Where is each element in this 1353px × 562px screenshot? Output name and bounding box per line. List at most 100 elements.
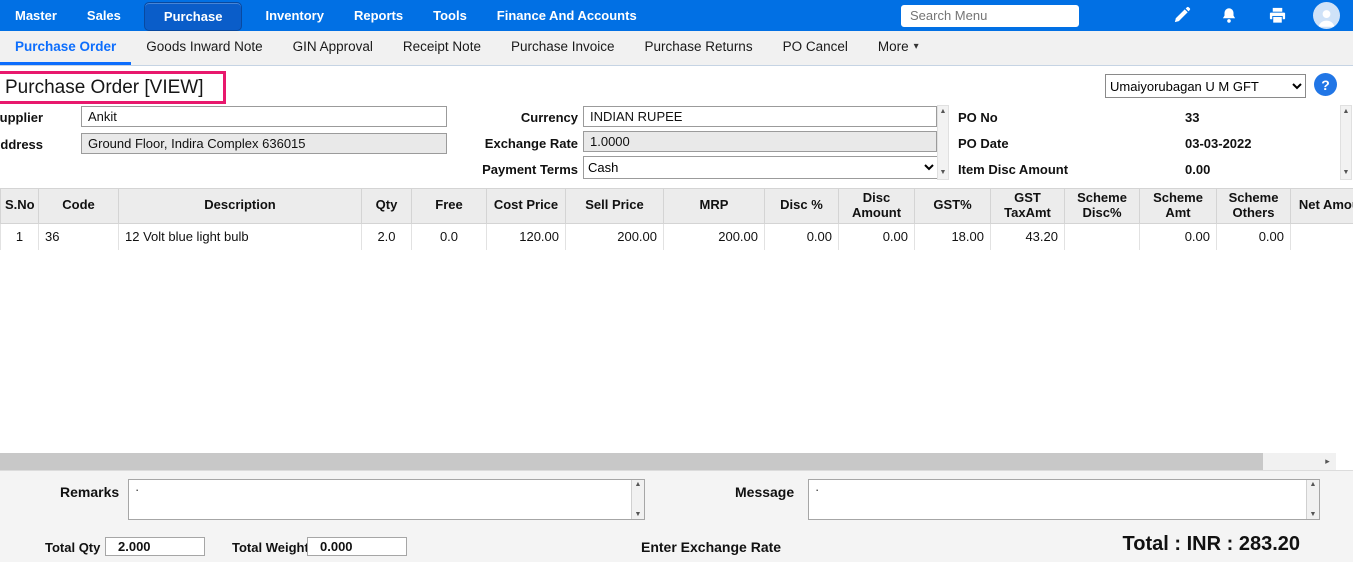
col-header-disc-amount: Disc Amount — [839, 189, 915, 224]
col-header-cost-price: Cost Price — [487, 189, 566, 224]
col-header-sno: S.No — [1, 189, 39, 224]
col-header-net-amount: Net Amount — [1291, 189, 1353, 224]
topbar-right-section — [901, 2, 1353, 29]
cell-qty: 2.0 — [362, 223, 412, 250]
currency-label: Currency — [460, 110, 578, 125]
col-header-disc-pct: Disc % — [765, 189, 839, 224]
exchange-rate-input[interactable] — [583, 131, 937, 152]
menu-item-finance-and-accounts[interactable]: Finance And Accounts — [482, 0, 652, 31]
form-middle-scrollbar[interactable]: ▲ ▼ — [937, 105, 949, 180]
tab-more-label: More — [878, 39, 909, 54]
menu-item-master[interactable]: Master — [0, 0, 72, 31]
page-title: Purchase Order [VIEW] — [0, 77, 204, 99]
items-table-viewport: S.No Code Description Qty Free Cost Pric… — [0, 188, 1353, 250]
col-header-gst-pct: GST% — [915, 189, 991, 224]
tab-goods-inward-note[interactable]: Goods Inward Note — [131, 31, 277, 65]
scroll-right-icon[interactable]: ▸ — [1319, 453, 1336, 470]
col-header-qty: Qty — [362, 189, 412, 224]
tab-po-cancel[interactable]: PO Cancel — [768, 31, 863, 65]
po-no-label: PO No — [958, 110, 998, 125]
cell-disc-amount: 0.00 — [839, 223, 915, 250]
menu-item-reports[interactable]: Reports — [339, 0, 418, 31]
col-header-scheme-disc-pct: Scheme Disc% — [1065, 189, 1140, 224]
form-right-scrollbar[interactable]: ▲ ▼ — [1340, 105, 1352, 180]
payment-terms-select[interactable]: Cash — [583, 156, 938, 179]
help-button[interactable]: ? — [1314, 73, 1337, 96]
cell-mrp: 200.00 — [664, 223, 765, 250]
remarks-label: Remarks — [60, 484, 119, 500]
supplier-label: Supplier — [0, 110, 43, 125]
chevron-down-icon: ▾ — [914, 41, 919, 52]
item-disc-amount-label: Item Disc Amount — [958, 162, 1068, 177]
scroll-up-icon[interactable]: ▲ — [940, 106, 947, 118]
item-disc-amount-value: 0.00 — [1185, 162, 1210, 177]
po-date-label: PO Date — [958, 136, 1009, 151]
scroll-up-icon[interactable]: ▲ — [1343, 106, 1350, 118]
message-label: Message — [735, 484, 794, 500]
message-textarea[interactable]: · — [808, 479, 1320, 520]
cell-description: 12 Volt blue light bulb — [119, 223, 362, 250]
table-header-row: S.No Code Description Qty Free Cost Pric… — [1, 189, 1353, 224]
total-qty-label: Total Qty — [45, 540, 100, 555]
tab-more[interactable]: More ▾ — [863, 31, 934, 65]
col-header-free: Free — [412, 189, 487, 224]
cell-cost-price: 120.00 — [487, 223, 566, 250]
brush-icon[interactable] — [1169, 4, 1193, 28]
menu-item-tools[interactable]: Tools — [418, 0, 482, 31]
total-qty-input[interactable] — [105, 537, 205, 556]
menu-item-purchase[interactable]: Purchase — [144, 2, 243, 31]
purchase-subnav: Purchase Order Goods Inward Note GIN App… — [0, 31, 1353, 66]
cell-scheme-disc-pct — [1065, 223, 1140, 250]
cell-code: 36 — [39, 223, 119, 250]
scroll-down-icon[interactable]: ▼ — [635, 510, 642, 519]
supplier-input[interactable] — [81, 106, 447, 127]
user-avatar[interactable] — [1313, 2, 1340, 29]
cell-scheme-amt: 0.00 — [1140, 223, 1217, 250]
table-row[interactable]: 1 36 12 Volt blue light bulb 2.0 0.0 120… — [1, 223, 1353, 250]
tab-purchase-invoice[interactable]: Purchase Invoice — [496, 31, 630, 65]
scrollbar-corner — [1336, 453, 1353, 470]
company-select[interactable]: Umaiyorubagan U M GFT — [1105, 74, 1306, 98]
menu-item-inventory[interactable]: Inventory — [250, 0, 339, 31]
cell-net-amount — [1291, 223, 1353, 250]
col-header-sell-price: Sell Price — [566, 189, 664, 224]
scroll-down-icon[interactable]: ▼ — [1310, 510, 1317, 519]
col-header-description: Description — [119, 189, 362, 224]
cell-gst-taxamt: 43.20 — [991, 223, 1065, 250]
po-date-value: 03-03-2022 — [1185, 136, 1252, 151]
tab-purchase-returns[interactable]: Purchase Returns — [630, 31, 768, 65]
items-table: S.No Code Description Qty Free Cost Pric… — [0, 188, 1353, 250]
total-weight-input[interactable] — [307, 537, 407, 556]
scroll-up-icon[interactable]: ▲ — [635, 480, 642, 489]
top-navigation-bar: Master Sales Purchase Inventory Reports … — [0, 0, 1353, 31]
scroll-down-icon[interactable]: ▼ — [1343, 167, 1350, 179]
col-header-code: Code — [39, 189, 119, 224]
remarks-scrollbar[interactable]: ▲ ▼ — [631, 480, 644, 519]
tab-purchase-order[interactable]: Purchase Order — [0, 31, 131, 65]
address-input[interactable] — [81, 133, 447, 154]
payment-terms-label: Payment Terms — [460, 162, 578, 177]
scroll-down-icon[interactable]: ▼ — [940, 167, 947, 179]
total-weight-label: Total Weight — [232, 540, 309, 555]
menu-item-sales[interactable]: Sales — [72, 0, 136, 31]
cell-gst-pct: 18.00 — [915, 223, 991, 250]
horizontal-scrollbar-thumb[interactable] — [0, 453, 1263, 470]
scroll-up-icon[interactable]: ▲ — [1310, 480, 1317, 489]
bell-icon[interactable] — [1217, 4, 1241, 28]
po-no-value: 33 — [1185, 110, 1199, 125]
tab-receipt-note[interactable]: Receipt Note — [388, 31, 496, 65]
horizontal-scrollbar[interactable]: ▸ — [0, 453, 1353, 470]
main-menu: Master Sales Purchase Inventory Reports … — [0, 0, 652, 31]
currency-input[interactable] — [583, 106, 937, 127]
col-header-scheme-amt: Scheme Amt — [1140, 189, 1217, 224]
cell-sno: 1 — [1, 223, 39, 250]
message-scrollbar[interactable]: ▲ ▼ — [1306, 480, 1319, 519]
cell-sell-price: 200.00 — [566, 223, 664, 250]
remarks-textarea[interactable]: · — [128, 479, 645, 520]
col-header-gst-taxamt: GST TaxAmt — [991, 189, 1065, 224]
search-menu-input[interactable] — [901, 5, 1079, 27]
address-label: Address — [0, 137, 43, 152]
col-header-scheme-others: Scheme Others — [1217, 189, 1291, 224]
tab-gin-approval[interactable]: GIN Approval — [278, 31, 388, 65]
printer-icon[interactable] — [1265, 4, 1289, 28]
